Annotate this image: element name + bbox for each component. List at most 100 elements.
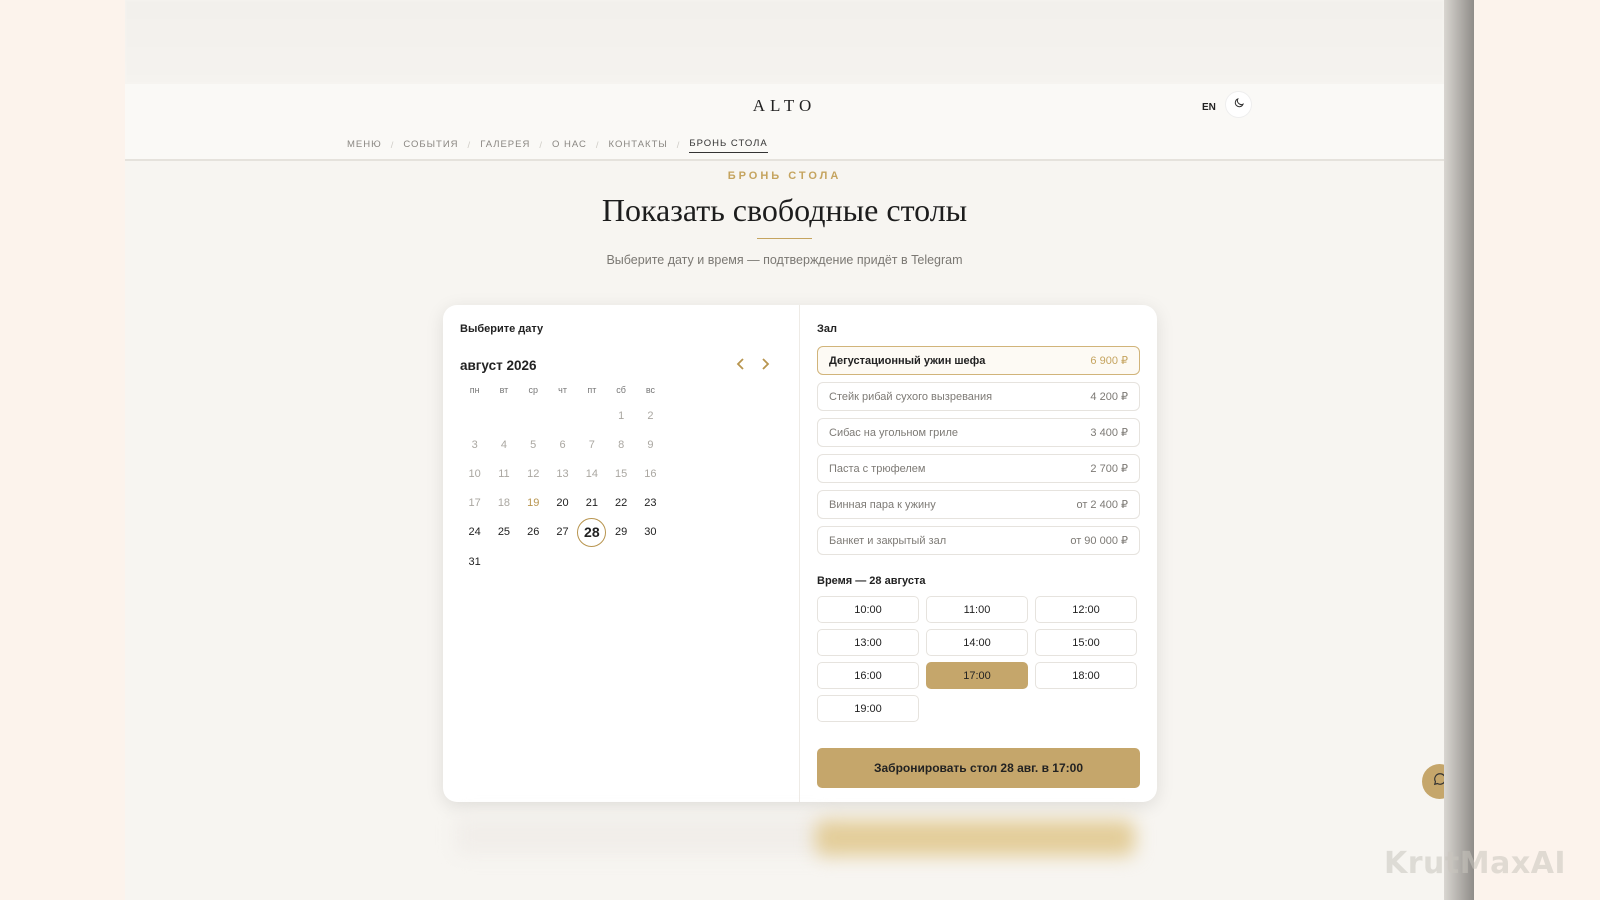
time-slot[interactable]: 16:00 — [817, 662, 919, 689]
hall-option[interactable]: Банкет и закрытый зал от 90 000 ₽ — [817, 526, 1140, 555]
weekday-label: пн — [469, 385, 480, 395]
hall-option-price: 6 900 ₽ — [1090, 355, 1128, 367]
day-number: 13 — [556, 467, 569, 480]
calendar-day[interactable]: 21 — [577, 489, 606, 518]
time-slot[interactable]: 18:00 — [1035, 662, 1137, 689]
calendar-day: 9 — [636, 430, 665, 459]
calendar-day[interactable]: 27 — [548, 518, 577, 547]
nav-item[interactable]: О НАС — [552, 139, 587, 153]
booking-card: Выберите дату август 2026 пн вт ср чт пт сб вс… — [443, 305, 1157, 802]
blurred-bottom-area — [455, 815, 835, 855]
day-number: 19 — [527, 497, 540, 510]
nav-separator: / — [595, 140, 600, 151]
hall-option-price: от 90 000 ₽ — [1070, 535, 1128, 547]
day-number: 7 — [588, 438, 595, 451]
calendar-day[interactable]: 29 — [606, 518, 635, 547]
nav-item[interactable]: ГАЛЕРЕЯ — [480, 139, 530, 153]
site-header: ALTO EN МЕНЮ / СОБЫТИЯ / ГАЛЕРЕЯ / О НАС / КОНТА… — [125, 84, 1444, 161]
time-slot-grid: 10:00 11:00 12:00 13:00 14:00 15:00 16:00 17:00… — [817, 596, 1140, 722]
hall-option-name: Паста с трюфелем — [829, 462, 926, 475]
calendar-day: 15 — [606, 459, 635, 488]
day-number: 3 — [471, 438, 478, 451]
calendar-day: 14 — [577, 459, 606, 488]
language-switch[interactable]: EN — [1202, 102, 1216, 113]
time-slot[interactable]: 17:00 — [926, 662, 1028, 689]
day-number: 15 — [615, 467, 628, 480]
hall-option[interactable]: Дегустационный ужин шефа 6 900 ₽ — [817, 346, 1140, 375]
day-number: 30 — [644, 526, 657, 539]
month-title: август 2026 — [460, 358, 537, 373]
calendar-pane: Выберите дату август 2026 пн вт ср чт пт сб вс… — [443, 305, 800, 802]
page-subtitle: Выберите дату и время — подтверждение пр… — [606, 253, 963, 267]
weekday-row: пн вт ср чт пт сб вс — [460, 385, 782, 395]
calendar-day[interactable]: 20 — [548, 489, 577, 518]
date-label: Выберите дату — [460, 323, 544, 335]
day-number: 27 — [556, 526, 569, 539]
hall-option[interactable]: Стейк рибай сухого вызревания 4 200 ₽ — [817, 382, 1140, 411]
day-number: 2 — [647, 409, 654, 422]
day-number: 1 — [618, 409, 625, 422]
book-table-button[interactable]: Забронировать стол 28 авг. в 17:00 — [817, 748, 1140, 788]
theme-toggle-button[interactable] — [1225, 91, 1252, 118]
chevron-right-icon[interactable] — [760, 357, 770, 374]
hall-option-price: 4 200 ₽ — [1090, 391, 1128, 403]
time-slot[interactable]: 15:00 — [1035, 629, 1137, 656]
day-number: 4 — [500, 438, 507, 451]
day-number: 20 — [556, 497, 569, 510]
nav-item[interactable]: БРОНЬ СТОЛА — [689, 138, 768, 153]
calendar-day[interactable]: 28 — [577, 517, 607, 547]
hall-option-price: 2 700 ₽ — [1090, 463, 1128, 475]
day-number: 28 — [577, 517, 607, 547]
nav-item[interactable]: МЕНЮ — [347, 139, 382, 153]
calendar-day[interactable]: 26 — [519, 518, 548, 547]
calendar-day: 8 — [606, 430, 635, 459]
day-number: 26 — [527, 526, 540, 539]
calendar-blank — [489, 401, 518, 430]
time-slot[interactable]: 10:00 — [817, 596, 919, 623]
time-slot[interactable]: 19:00 — [817, 695, 919, 722]
hall-option-name: Банкет и закрытый зал — [829, 534, 947, 547]
day-number: 29 — [615, 526, 628, 539]
calendar-day[interactable]: 22 — [606, 489, 635, 518]
blurred-bottom-button — [815, 820, 1135, 856]
hall-option[interactable]: Винная пара к ужину от 2 400 ₽ — [817, 490, 1140, 519]
calendar-day: 4 — [489, 430, 518, 459]
page-title: Показать свободные столы — [601, 192, 968, 228]
hall-option-name: Стейк рибай сухого вызревания — [829, 390, 993, 403]
time-slot[interactable]: 12:00 — [1035, 596, 1137, 623]
month-header: август 2026 — [460, 357, 782, 374]
day-number: 6 — [559, 438, 566, 451]
chevron-left-icon[interactable] — [736, 357, 746, 374]
calendar-day[interactable]: 23 — [636, 489, 665, 518]
nav-item[interactable]: СОБЫТИЯ — [403, 139, 458, 153]
time-slot[interactable]: 13:00 — [817, 629, 919, 656]
viewport-edge-shadow — [1444, 0, 1474, 900]
nav-separator: / — [390, 140, 395, 151]
browser-viewport: ALTO EN МЕНЮ / СОБЫТИЯ / ГАЛЕРЕЯ / О НАС / КОНТА… — [125, 0, 1474, 900]
day-number: 12 — [527, 467, 540, 480]
calendar-day: 6 — [548, 430, 577, 459]
day-number: 17 — [468, 497, 481, 510]
calendar-day[interactable]: 19 — [519, 489, 548, 518]
day-number: 21 — [585, 497, 598, 510]
calendar-day: 3 — [460, 430, 489, 459]
hall-option-name: Винная пара к ужину — [829, 498, 936, 511]
calendar-day: 17 — [460, 489, 489, 518]
calendar-day[interactable]: 25 — [489, 518, 518, 547]
calendar-day[interactable]: 31 — [460, 547, 489, 576]
hall-option[interactable]: Паста с трюфелем 2 700 ₽ — [817, 454, 1140, 483]
weekday-label: пт — [587, 385, 597, 395]
hall-option[interactable]: Сибас на угольном гриле 3 400 ₽ — [817, 418, 1140, 447]
time-slot[interactable]: 14:00 — [926, 629, 1028, 656]
weekday-label: сб — [616, 385, 626, 395]
hall-pane: Зал Дегустационный ужин шефа 6 900 ₽ Стейк… — [800, 305, 1157, 802]
calendar-day[interactable]: 24 — [460, 518, 489, 547]
calendar-day[interactable]: 30 — [636, 518, 665, 547]
calendar-day: 1 — [606, 401, 635, 430]
weekday-label: вс — [645, 385, 656, 395]
day-number: 22 — [615, 497, 628, 510]
calendar-day: 11 — [489, 459, 518, 488]
calendar-day: 10 — [460, 459, 489, 488]
nav-item[interactable]: КОНТАКТЫ — [609, 139, 668, 153]
time-slot[interactable]: 11:00 — [926, 596, 1028, 623]
